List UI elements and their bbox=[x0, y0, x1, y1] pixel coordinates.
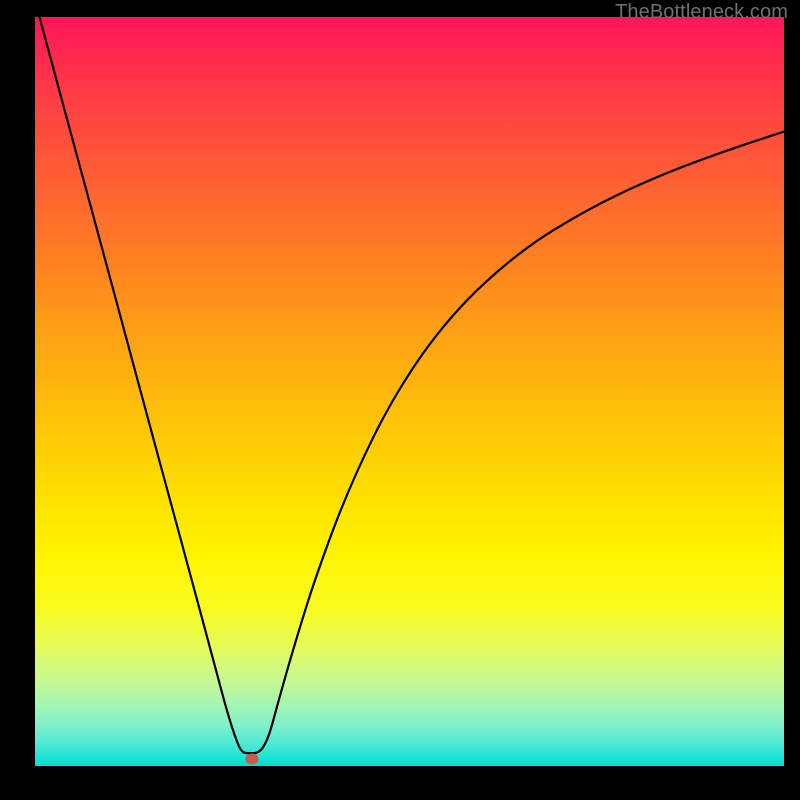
watermark-text: TheBottleneck.com bbox=[615, 1, 788, 24]
minimum-marker bbox=[245, 753, 258, 764]
chart-frame: TheBottleneck.com bbox=[0, 0, 800, 800]
bottleneck-curve bbox=[35, 17, 784, 766]
curve-path bbox=[39, 17, 784, 753]
plot-area bbox=[35, 17, 784, 766]
